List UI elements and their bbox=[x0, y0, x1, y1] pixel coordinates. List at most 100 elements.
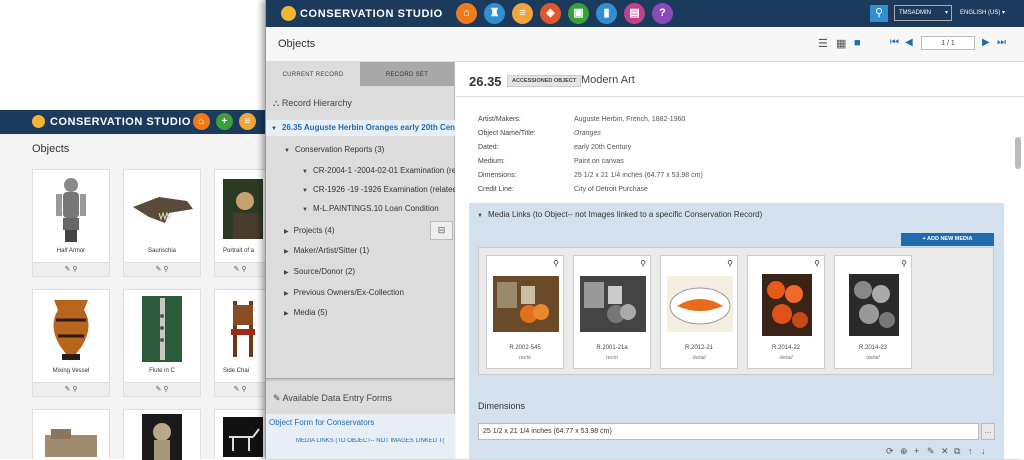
object-card[interactable] bbox=[214, 409, 265, 459]
language-select[interactable]: ENGLISH (US) ▾ bbox=[960, 9, 1005, 16]
list-icon[interactable]: ≡ bbox=[239, 113, 256, 130]
object-card[interactable]: Mixing Vessel ✎ ⚲ bbox=[32, 289, 110, 397]
media-thumbnail bbox=[580, 276, 646, 332]
language-label: ENGLISH (US) bbox=[960, 10, 1001, 16]
media-item[interactable]: ⚲ R.2012-21 detail bbox=[660, 255, 738, 369]
add-circle-icon[interactable]: ⊕ bbox=[900, 446, 908, 457]
tree-item-report[interactable]: ▼ CR-2004-1 -2004-02-01 Examination (rel bbox=[302, 166, 455, 175]
chevron-down-icon: ▼ bbox=[302, 169, 308, 175]
plus-icon[interactable]: + bbox=[914, 446, 919, 456]
form-item[interactable]: Object Form for Conservators bbox=[269, 418, 374, 427]
media-links-header[interactable]: ▼ Media Links (to Object-- not Images lin… bbox=[477, 210, 762, 219]
arrow-down-icon[interactable]: ↓ bbox=[981, 446, 986, 456]
zoom-icon[interactable]: ⚲ bbox=[727, 259, 733, 268]
list-icon[interactable]: ≡ bbox=[512, 3, 533, 24]
delete-icon[interactable]: ✕ bbox=[941, 446, 949, 457]
object-card[interactable]: Half Armor ✎ ⚲ bbox=[32, 169, 110, 277]
media-id: R.2002-545 bbox=[509, 345, 541, 351]
tree-item-projects[interactable]: ▶ Projects (4) bbox=[284, 226, 335, 235]
field-label: Credit Line: bbox=[478, 186, 514, 193]
app-header: CONSERVATION STUDIO ⌂ ♜ ≡ ◈ ▣ ▮ ▤ ? ⚲ TM… bbox=[266, 0, 1024, 27]
bust-image bbox=[128, 414, 196, 460]
layers-icon[interactable]: ◈ bbox=[540, 3, 561, 24]
portrait-image bbox=[219, 174, 266, 244]
chevron-down-icon: ▾ bbox=[944, 10, 948, 16]
card-toolbar[interactable]: ✎ ⚲ bbox=[124, 262, 200, 276]
card-toolbar[interactable]: ✎ ⚲ bbox=[215, 262, 265, 276]
media-item[interactable]: ⚲ R.2002-545 recto bbox=[486, 255, 564, 369]
home-icon[interactable]: ⌂ bbox=[193, 113, 210, 130]
card-toolbar[interactable]: ✎ ⚲ bbox=[33, 262, 109, 276]
tree-item-label: Projects (4) bbox=[293, 226, 335, 235]
media-type: recto bbox=[518, 355, 532, 361]
tree-item-source[interactable]: ▶ Source/Donor (2) bbox=[284, 267, 355, 276]
panel-splitter[interactable] bbox=[266, 378, 455, 381]
object-card[interactable]: Portrait of a ✎ ⚲ bbox=[214, 169, 265, 277]
last-page-icon[interactable]: ⏭ bbox=[997, 37, 1006, 48]
chevron-down-icon: ▼ bbox=[284, 148, 290, 154]
tab-current-record[interactable]: CURRENT RECORD bbox=[266, 62, 360, 86]
card-toolbar[interactable]: ✎ ⚲ bbox=[215, 382, 265, 396]
object-card[interactable]: Saurischia ✎ ⚲ bbox=[123, 169, 201, 277]
grid-view-icon[interactable]: ▦ bbox=[836, 37, 846, 50]
list-view-icon[interactable]: ☰ bbox=[818, 37, 828, 50]
edit-icon[interactable]: ✎ bbox=[927, 446, 935, 457]
media-item[interactable]: ⚲ R.2014-23 detail bbox=[834, 255, 912, 369]
book-icon[interactable]: ▮ bbox=[596, 3, 617, 24]
zoom-icon[interactable]: ⚲ bbox=[553, 259, 559, 268]
armor-image bbox=[37, 174, 105, 244]
next-page-icon[interactable]: ▶ bbox=[982, 37, 990, 48]
flute-image bbox=[128, 294, 196, 364]
tab-record-set[interactable]: RECORD SET bbox=[360, 62, 454, 86]
chevron-right-icon: ▶ bbox=[284, 249, 289, 255]
tree-item-label: Previous Owners/Ex-Collection bbox=[293, 288, 404, 297]
tree-item-media[interactable]: ▶ Media (5) bbox=[284, 308, 327, 317]
collapse-panel-icon[interactable]: ⊟ bbox=[430, 221, 453, 240]
zoom-icon[interactable]: ⚲ bbox=[640, 259, 646, 268]
page-input[interactable]: 1 / 1 bbox=[921, 36, 975, 50]
card-toolbar[interactable]: ✎ ⚲ bbox=[124, 382, 200, 396]
add-new-media-button[interactable]: + ADD NEW MEDIA bbox=[901, 233, 994, 246]
help-icon[interactable]: ? bbox=[652, 3, 673, 24]
record-view-icon[interactable]: ■ bbox=[854, 37, 861, 49]
tree-item-conservation[interactable]: ▼ Conservation Reports (3) bbox=[284, 145, 384, 154]
media-item[interactable]: ⚲ R.2001-21a recto bbox=[573, 255, 651, 369]
object-card[interactable]: Flute in C ✎ ⚲ bbox=[123, 289, 201, 397]
home-icon[interactable]: ⌂ bbox=[456, 3, 477, 24]
object-card[interactable] bbox=[32, 409, 110, 459]
tree-item-maker[interactable]: ▶ Maker/Artist/Sitter (1) bbox=[284, 246, 369, 255]
media-item[interactable]: ⚲ R.2014-22 detail bbox=[747, 255, 825, 369]
vase-image bbox=[37, 294, 105, 364]
media-type: detail bbox=[866, 355, 880, 361]
report-icon[interactable]: ▤ bbox=[624, 3, 645, 24]
record-header: 26.35 ACCESSIONED OBJECT Modern Art bbox=[456, 62, 1024, 97]
first-page-icon[interactable]: ⏮ bbox=[890, 37, 899, 48]
dimensions-label: Dimensions bbox=[478, 401, 526, 411]
scrollbar-thumb[interactable] bbox=[1015, 137, 1021, 169]
arrow-up-icon[interactable]: ↑ bbox=[968, 446, 973, 456]
tree-item-owners[interactable]: ▶ Previous Owners/Ex-Collection bbox=[284, 288, 404, 297]
objects-icon[interactable]: ♜ bbox=[484, 3, 505, 24]
copy-icon[interactable]: ⧉ bbox=[954, 446, 960, 457]
object-card[interactable]: Side Chai ✎ ⚲ bbox=[214, 289, 265, 397]
tree-item-report[interactable]: ▼ M-L.PAINTINGS.10 Loan Condition bbox=[302, 204, 439, 213]
field-label: Artist/Makers: bbox=[478, 116, 521, 123]
refresh-icon[interactable]: ⟳ bbox=[886, 446, 894, 457]
toolbar: Objects ☰ ▦ ■ ⏮ ◀ 1 / 1 ▶ ⏭ bbox=[266, 27, 1024, 62]
add-icon[interactable]: + bbox=[216, 113, 233, 130]
form-subitem[interactable]: MEDIA LINKS (TO OBJECT-- NOT IMAGES LINK… bbox=[296, 438, 451, 444]
package-icon[interactable]: ▣ bbox=[568, 3, 589, 24]
tree-item-report[interactable]: ▼ CR-1926 -19 -1926 Examination (related bbox=[302, 185, 455, 194]
search-icon[interactable]: ⚲ bbox=[870, 5, 888, 22]
media-thumbnail bbox=[762, 274, 812, 336]
field-label: Dimensions: bbox=[478, 172, 517, 179]
card-toolbar[interactable]: ✎ ⚲ bbox=[33, 382, 109, 396]
zoom-icon[interactable]: ⚲ bbox=[814, 259, 820, 268]
prev-page-icon[interactable]: ◀ bbox=[905, 37, 913, 48]
dimensions-field[interactable]: 25 1/2 x 21 1/4 inches (64.77 x 53.98 cm… bbox=[478, 423, 979, 440]
more-options-button[interactable]: ... bbox=[981, 423, 995, 440]
tree-root-item[interactable]: ▼ 26.35 Auguste Herbin Oranges early 20th… bbox=[266, 120, 455, 136]
zoom-icon[interactable]: ⚲ bbox=[901, 259, 907, 268]
object-card[interactable] bbox=[123, 409, 201, 460]
user-select[interactable]: TMSADMIN ▾ bbox=[894, 5, 952, 21]
